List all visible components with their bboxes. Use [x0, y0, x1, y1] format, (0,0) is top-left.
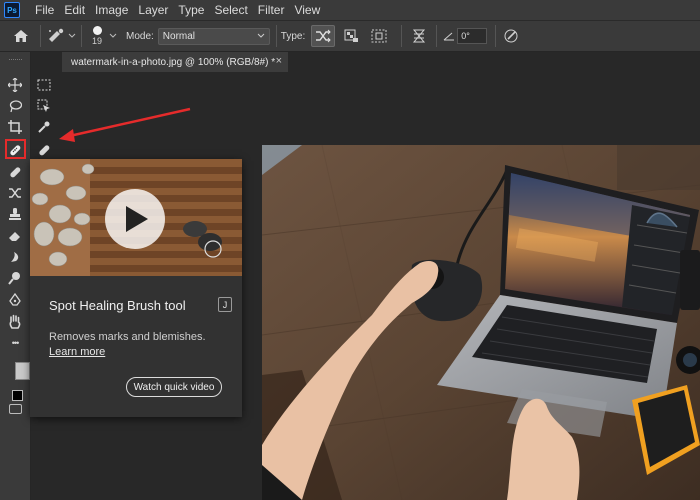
mode-label: Mode:: [126, 30, 154, 42]
mixer-tool-icon[interactable]: [7, 185, 23, 201]
eraser-icon[interactable]: [7, 228, 23, 244]
annotation-arrow: [59, 107, 191, 142]
mode-select[interactable]: Normal: [157, 27, 270, 45]
foreground-color-icon[interactable]: [12, 390, 23, 401]
tools-panel: •••: [0, 52, 51, 500]
type-label: Type:: [280, 30, 306, 42]
brush-tool-icon[interactable]: [7, 164, 23, 180]
options-bar: 19 Mode: Normal Type: 0°: [0, 20, 700, 52]
menu-filter[interactable]: Filter: [253, 3, 290, 17]
menu-image[interactable]: Image: [90, 3, 133, 17]
options-divider: [436, 25, 438, 47]
document-tab[interactable]: watermark-in-a-photo.jpg @ 100% (RGB/8#)…: [62, 52, 288, 72]
document-tab-bar: watermark-in-a-photo.jpg @ 100% (RGB/8#)…: [62, 52, 700, 72]
sample-all-layers-icon[interactable]: [406, 28, 432, 44]
lasso-tool-icon[interactable]: [7, 98, 23, 114]
toolbar-grip[interactable]: [9, 59, 22, 61]
tool-preset-dropdown-icon[interactable]: [67, 33, 77, 39]
crop-tool-icon[interactable]: [7, 119, 23, 135]
eyedropper-tool-icon[interactable]: [36, 119, 52, 135]
quick-mask-icon[interactable]: [9, 404, 22, 414]
create-texture-icon[interactable]: [339, 25, 363, 47]
document-title: watermark-in-a-photo.jpg @ 100% (RGB/8#)…: [71, 56, 276, 68]
brush-preset-icon[interactable]: [45, 25, 67, 47]
tool-tip-panel: Spot Healing Brush tool J Removes marks …: [30, 159, 242, 417]
options-divider: [81, 25, 82, 47]
mode-value: Normal: [162, 30, 196, 42]
object-select-icon[interactable]: [36, 98, 52, 114]
photoshop-window: Ps File Edit Image Layer Type Select Fil…: [0, 0, 700, 500]
background-color-icon[interactable]: [15, 362, 30, 380]
highlighted-tool-box: [5, 139, 26, 159]
menu-bar: Ps File Edit Image Layer Type Select Fil…: [0, 0, 700, 20]
brush-size-picker[interactable]: 19: [86, 26, 108, 46]
menu-select[interactable]: Select: [209, 3, 252, 17]
marquee-tool-icon[interactable]: [36, 77, 52, 93]
menu-edit[interactable]: Edit: [59, 3, 90, 17]
more-tools-icon[interactable]: •••: [7, 335, 23, 351]
shortcut-key-badge: J: [218, 297, 232, 312]
clone-stamp-icon[interactable]: [7, 206, 23, 222]
content-aware-icon[interactable]: [367, 25, 391, 47]
brush-tip-preview: [92, 26, 102, 35]
mode-dropdown-icon: [257, 31, 265, 42]
options-divider: [275, 25, 277, 47]
app-logo: Ps: [4, 2, 20, 18]
tooltip-description: Removes marks and blemishes.: [49, 331, 206, 343]
watch-video-button[interactable]: Watch quick video: [126, 377, 222, 397]
hand-tool-icon[interactable]: [7, 314, 23, 330]
dodge-icon[interactable]: [7, 270, 23, 286]
options-divider: [495, 25, 497, 47]
healing-brush-icon[interactable]: [36, 142, 52, 158]
smudge-icon[interactable]: [7, 249, 23, 265]
brush-size-value: 19: [91, 36, 102, 46]
menu-view[interactable]: View: [289, 3, 325, 17]
options-divider: [401, 25, 403, 47]
close-icon[interactable]: ×: [276, 55, 282, 67]
pressure-icon[interactable]: [500, 28, 522, 44]
move-tool-icon[interactable]: [7, 77, 23, 93]
brush-dropdown-icon[interactable]: [108, 33, 118, 39]
tooltip-title: Spot Healing Brush tool: [49, 298, 186, 313]
angle-icon: [441, 31, 457, 41]
menu-type[interactable]: Type: [173, 3, 209, 17]
home-icon[interactable]: [6, 22, 36, 50]
learn-more-link[interactable]: Learn more: [49, 346, 105, 358]
angle-input[interactable]: 0°: [457, 28, 488, 44]
pen-icon[interactable]: [7, 292, 23, 308]
document-photo: [262, 145, 700, 500]
menu-layer[interactable]: Layer: [133, 3, 173, 17]
tool-preview-image[interactable]: [30, 159, 242, 276]
proximity-match-icon[interactable]: [311, 25, 336, 47]
menu-file[interactable]: File: [30, 3, 59, 17]
options-divider: [40, 25, 41, 47]
